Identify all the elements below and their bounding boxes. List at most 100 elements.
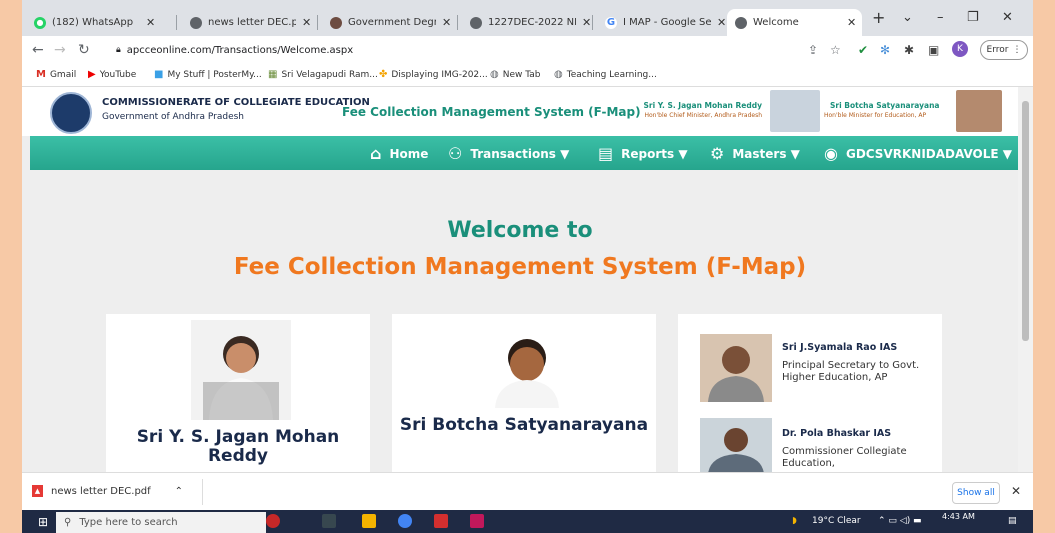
error-button[interactable]: Error ⋮: [980, 40, 1028, 60]
nav-user-menu[interactable]: ◉ GDCSVRKNIDADAVOLE ▼: [824, 144, 1012, 163]
officer1-role: Principal Secretary to Govt. Higher Educ…: [782, 360, 920, 383]
close-icon[interactable]: ✕: [302, 16, 311, 29]
globe-icon: [735, 16, 747, 29]
back-button[interactable]: ←: [32, 42, 44, 58]
bookmark-gmail[interactable]: M Gmail: [36, 69, 76, 80]
tab-title: Welcome: [753, 17, 799, 28]
tab-title: I MAP - Google Searc: [623, 17, 711, 28]
gmail-icon: M: [36, 69, 46, 80]
lock-icon: 🔒︎: [116, 45, 121, 55]
file-explorer-icon[interactable]: [362, 514, 376, 528]
minister-card-name: Sri Botcha Satyanarayana: [399, 415, 649, 435]
tab-whatsapp[interactable]: ● (182) WhatsApp ✕: [26, 9, 177, 36]
globe-icon: ◍: [554, 69, 563, 80]
globe-icon: [470, 16, 482, 29]
extensions-puzzle-icon[interactable]: ✱: [904, 43, 914, 57]
side-panel-icon[interactable]: ▣: [928, 43, 939, 57]
college-icon: ▦: [268, 69, 278, 80]
nav-transactions[interactable]: ⚇ Transactions ▼: [448, 144, 569, 163]
bookmark-teaching-learning[interactable]: ◍ Teaching Learning...: [554, 69, 657, 80]
tab-newsletter[interactable]: news letter DEC.pdf ✕: [182, 9, 318, 36]
taskbar-app-icon[interactable]: [266, 514, 280, 528]
user-icon: ◉: [824, 144, 838, 163]
cm-card-name: Sri Y. S. Jagan Mohan Reddy: [136, 427, 340, 466]
cm-card: Sri Y. S. Jagan Mohan Reddy: [106, 314, 370, 472]
weather-text[interactable]: 19°C Clear: [812, 516, 861, 526]
address-bar[interactable]: 🔒︎ apcceonline.com/Transactions/Welcome.…: [102, 39, 832, 61]
close-icon[interactable]: ✕: [582, 16, 591, 29]
header-cm-name: Sri Y. S. Jagan Mohan Reddy: [643, 101, 762, 110]
close-icon[interactable]: ✕: [847, 16, 856, 29]
tab-welcome-active[interactable]: Welcome ✕: [727, 9, 862, 36]
pdf-file-icon: ▲: [32, 485, 43, 497]
officer2-photo: [700, 418, 772, 472]
window-close-button[interactable]: ✕: [1002, 10, 1013, 25]
powerpoint-icon[interactable]: [470, 514, 484, 528]
extension-gear-icon[interactable]: ✻: [880, 43, 890, 57]
close-download-bar-icon[interactable]: ✕: [1011, 484, 1021, 498]
task-view-icon[interactable]: [322, 514, 336, 528]
bookmark-youtube[interactable]: ▶ YouTube: [88, 69, 136, 80]
welcome-subheading: Fee Collection Management System (F-Map): [233, 254, 807, 280]
officer1-portrait-image: [700, 334, 772, 402]
clock-time[interactable]: 4:43 AM: [942, 512, 975, 521]
main-navbar: ⌂ Home ⚇ Transactions ▼ ▤ Reports ▼ ⚙ Master…: [30, 136, 1018, 170]
notifications-icon[interactable]: ▤: [1008, 516, 1017, 526]
windows-start-icon[interactable]: ⊞: [38, 515, 48, 529]
tab-title: (182) WhatsApp: [52, 17, 134, 28]
google-icon: G: [605, 16, 617, 29]
tab-google-search[interactable]: G I MAP - Google Searc ✕: [597, 9, 727, 36]
header-minister-photo: [956, 90, 1002, 132]
profile-avatar[interactable]: K: [952, 41, 968, 57]
minister-card: Sri Botcha Satyanarayana: [392, 314, 656, 472]
reload-button[interactable]: ↻: [78, 42, 90, 58]
scrollbar-thumb[interactable]: [1022, 101, 1029, 341]
maximize-button[interactable]: ❐: [967, 10, 979, 25]
download-item[interactable]: ▲ news letter DEC.pdf ⌃: [32, 485, 183, 497]
bookmark-sri-velagapudi[interactable]: ▦ Sri Velagapudi Ram...: [268, 69, 378, 80]
chevron-up-icon[interactable]: ⌃: [175, 486, 183, 497]
windows-taskbar: ⊞ ⚲ Type here to search ◗ 19°C Clear ⌃ ▭…: [22, 510, 1033, 533]
download-filename: news letter DEC.pdf: [51, 485, 151, 497]
bookmark-displaying-img[interactable]: ✤ Displaying IMG-202...: [379, 69, 488, 80]
tab-government-degree[interactable]: Government Degree C ✕: [322, 9, 458, 36]
forward-button[interactable]: →: [54, 42, 66, 58]
cm-portrait-image: [203, 336, 279, 420]
system-title: Fee Collection Management System (F-Map): [342, 105, 641, 119]
tab-news-2022[interactable]: 1227DEC-2022 NEWS ✕: [462, 9, 593, 36]
bookmarks-bar: M Gmail ▶ YouTube ■ My Stuff | PosterMy... …: [22, 64, 1033, 87]
officer2-portrait-image: [700, 418, 772, 472]
page-content: COMMISSIONERATE OF COLLEGIATE EDUCATION …: [22, 87, 1018, 472]
new-tab-button[interactable]: +: [872, 8, 885, 27]
close-icon[interactable]: ✕: [717, 16, 726, 29]
reports-icon: ▤: [598, 144, 614, 163]
nav-home[interactable]: ⌂ Home: [370, 144, 428, 163]
chrome-icon[interactable]: [398, 514, 412, 528]
acrobat-icon[interactable]: [434, 514, 448, 528]
nav-reports[interactable]: ▤ Reports ▼: [598, 144, 688, 163]
tab-strip: ● (182) WhatsApp ✕ news letter DEC.pdf ✕…: [22, 0, 1033, 36]
taskbar-search-box[interactable]: ⚲ Type here to search: [56, 512, 266, 533]
page-scrollbar[interactable]: [1018, 87, 1033, 472]
bookmark-postermywall[interactable]: ■ My Stuff | PosterMy...: [154, 69, 262, 80]
minimize-button[interactable]: –: [937, 10, 944, 25]
url-text: apcceonline.com/Transactions/Welcome.asp…: [126, 44, 354, 56]
org-subtitle: Government of Andhra Pradesh: [102, 112, 245, 122]
minister-portrait-image: [495, 339, 559, 408]
tab-search-chevron-icon[interactable]: ⌄: [902, 10, 913, 25]
share-icon[interactable]: ⇪: [808, 43, 818, 57]
globe-icon: ◍: [490, 69, 499, 80]
show-all-button[interactable]: Show all: [952, 482, 1000, 504]
tab-title: 1227DEC-2022 NEWS: [488, 17, 576, 28]
ap-emblem-logo: [50, 92, 92, 134]
close-icon[interactable]: ✕: [146, 16, 155, 29]
extension-check-icon[interactable]: ✔: [858, 43, 868, 57]
nav-masters[interactable]: ⚙ Masters ▼: [710, 144, 800, 163]
header-minister-role: Hon'ble Minister for Education, AP: [824, 112, 927, 119]
cm-photo: [191, 320, 291, 420]
bookmark-star-icon[interactable]: ☆: [830, 43, 841, 57]
bookmark-new-tab[interactable]: ◍ New Tab: [490, 69, 540, 80]
header-cm-photo: [770, 90, 820, 132]
close-icon[interactable]: ✕: [442, 16, 451, 29]
system-tray-icons[interactable]: ⌃ ▭ ◁) ▬: [878, 516, 922, 526]
